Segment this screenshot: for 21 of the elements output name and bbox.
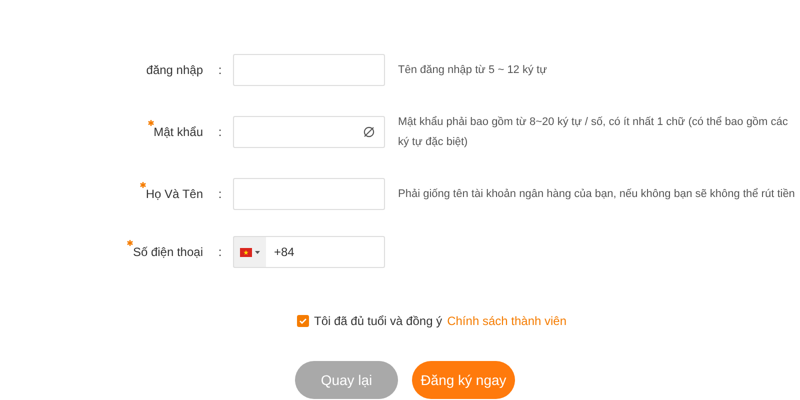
field-hint: Tên đăng nhập từ 5 ~ 12 ký tự xyxy=(397,63,548,78)
field-label: Họ Và Tên xyxy=(146,187,203,201)
field-hint: Phải giống tên tài khoản ngân hàng của bạn, nếu không bạn sẽ không thể rút tiền xyxy=(397,187,796,202)
policy-link[interactable]: Chính sách thành viên xyxy=(447,314,567,328)
back-button[interactable]: Quay lại xyxy=(295,361,398,399)
password-field[interactable] xyxy=(233,116,385,148)
agree-checkbox[interactable] xyxy=(297,315,309,327)
agreement-text: Tôi đã đủ tuổi và đồng ý xyxy=(314,314,442,328)
label-separator: : xyxy=(217,187,222,201)
check-icon xyxy=(299,318,307,324)
input-field[interactable] xyxy=(233,54,385,86)
field-label: đăng nhập xyxy=(146,63,203,77)
label-separator: : xyxy=(217,125,222,139)
hide-password-icon[interactable] xyxy=(363,126,375,138)
input-field[interactable] xyxy=(233,178,385,210)
field-label: Mật khẩu xyxy=(154,125,203,139)
field-hint: Mật khẩu phải bao gồm từ 8~20 ký tự / số, có ít nhất 1 chữ (có thể bao gồm các ký tự đặc biệt) xyxy=(397,115,789,150)
field-label: Số điện thoại xyxy=(132,245,203,259)
label-separator: : xyxy=(217,245,222,259)
register-button[interactable]: Đăng ký ngay xyxy=(412,361,515,399)
label-separator: : xyxy=(217,63,222,77)
